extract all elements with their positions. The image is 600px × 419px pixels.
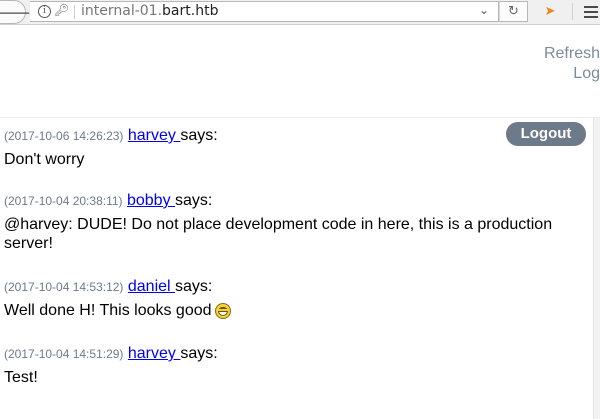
back-button[interactable]: 🡐 [0,0,31,24]
message-text: @harvey: DUDE! Do not place development … [4,216,553,252]
chat-log: (2017-10-06 14:26:23) harvey says: Don't… [4,118,592,387]
logout-button[interactable]: Logout [506,122,586,146]
key-icon[interactable]: 🔑︎ [54,3,69,17]
message-text: Test! [4,369,38,386]
message-timestamp: (2017-10-04 14:53:12) [4,280,124,294]
chat-message: (2017-10-04 14:51:29) harvey says: Test! [4,342,592,387]
info-icon[interactable]: i [38,5,51,18]
message-timestamp: (2017-10-04 14:51:29) [4,347,124,361]
extension-icon[interactable]: ➤ [540,3,560,21]
hamburger-menu-icon[interactable] [584,6,598,21]
top-links: Refresh Log [544,44,600,84]
browser-toolbar: 🡐 i 🔑︎ internal-01.bart.htb ⌄ ↻ ➤ [0,0,600,25]
says-label: says: [180,127,218,144]
arrow-left-icon: 🡐 [0,3,32,22]
url-text[interactable]: internal-01.bart.htb [81,3,218,19]
message-text: Don't worry [4,151,85,168]
log-link[interactable]: Log [544,64,600,84]
chat-message: (2017-10-04 20:38:11) bobby says: @harve… [4,189,592,253]
url-host: internal-01. [81,3,163,19]
message-timestamp: (2017-10-06 14:26:23) [4,129,124,143]
scrollbar[interactable] [593,118,600,419]
message-username[interactable]: daniel [128,278,175,295]
message-username[interactable]: harvey [128,127,180,144]
url-domain: bart.htb [162,3,219,19]
message-username[interactable]: bobby [127,192,175,209]
chat-message: (2017-10-04 14:53:12) daniel says: Well … [4,275,592,320]
toolbar-divider [572,3,573,20]
message-timestamp: (2017-10-04 20:38:11) [4,194,123,208]
says-label: says: [180,345,218,362]
reload-button[interactable]: ↻ [499,1,528,22]
refresh-link[interactable]: Refresh [544,44,600,64]
chat-message: (2017-10-06 14:26:23) harvey says: Don't… [4,124,592,169]
url-separator [74,5,75,19]
reload-icon: ↻ [508,4,519,19]
chevron-down-icon[interactable]: ⌄ [479,3,489,17]
message-text: Well done H! This looks good [4,302,212,319]
says-label: says: [175,278,213,295]
grinning-face-icon [214,303,231,319]
says-label: says: [175,192,213,209]
message-username[interactable]: harvey [128,345,180,362]
url-bar[interactable]: i 🔑︎ internal-01.bart.htb ⌄ [30,1,499,22]
message-text-container: Well done H! This looks good [4,301,564,320]
